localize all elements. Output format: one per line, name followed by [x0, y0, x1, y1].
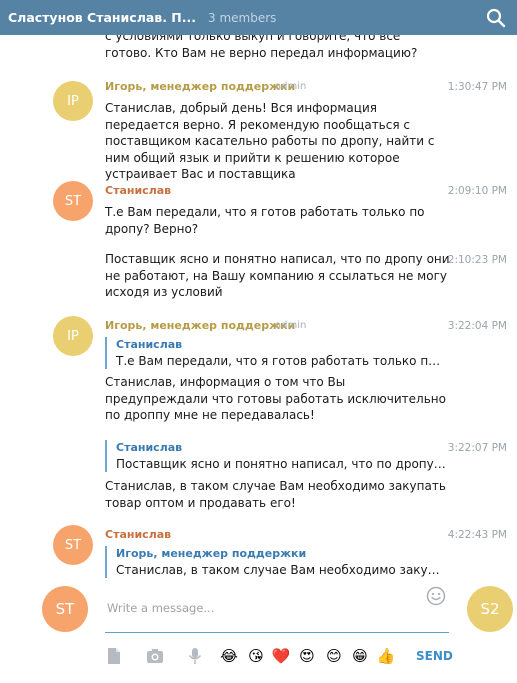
- message-text: с условиями только выкуп и говорите, что…: [105, 35, 418, 60]
- avatar[interactable]: IP: [53, 316, 93, 356]
- sticker-smile-icon[interactable]: 😊: [324, 646, 344, 666]
- sticker-heart-icon[interactable]: ❤️: [271, 646, 291, 666]
- search-icon[interactable]: [486, 8, 506, 28]
- attach-photo-icon[interactable]: [145, 646, 165, 666]
- message-input[interactable]: [105, 583, 449, 633]
- message-author[interactable]: Игорь, менеджер поддержки: [105, 319, 295, 332]
- attach-file-icon[interactable]: [104, 646, 124, 666]
- avatar[interactable]: IP: [53, 81, 93, 121]
- sticker-kiss-icon[interactable]: 😘: [246, 646, 266, 666]
- message-text: Станислав, добрый день! Вся информация п…: [105, 101, 435, 181]
- message-time: 3:22:07 PM: [447, 442, 507, 454]
- admin-badge: admin: [275, 320, 307, 331]
- quote-text: Поставщик ясно и понятно написал, что по…: [116, 457, 447, 471]
- message-text: Поставщик ясно и понятно написал, что по…: [105, 252, 450, 299]
- quote-author: Станислав: [116, 338, 183, 351]
- chat-header[interactable]: Сластунов Станислав. П... 3 members: [0, 0, 517, 35]
- message-time: 2:10:23 PM: [447, 254, 507, 266]
- sticker-heart-eyes-icon[interactable]: 😍: [297, 646, 317, 666]
- quote-author: Игорь, менеджер поддержки: [116, 547, 307, 560]
- sticker-laughing-icon[interactable]: 😂: [219, 646, 239, 666]
- message-author[interactable]: Станислав: [105, 184, 171, 197]
- peer-avatar[interactable]: S2: [467, 586, 513, 632]
- message-history[interactable]: с условиями только выкуп и говорите, что…: [0, 35, 517, 578]
- message-text: Т.е Вам передали, что я готов работать т…: [105, 205, 425, 236]
- message-time: 3:22:04 PM: [447, 320, 507, 332]
- send-button[interactable]: SEND: [416, 649, 453, 663]
- self-avatar[interactable]: ST: [42, 586, 88, 632]
- sticker-thumbs-up-icon[interactable]: 👍: [376, 646, 396, 666]
- message-time: 1:30:47 PM: [447, 81, 507, 93]
- avatar[interactable]: ST: [53, 525, 93, 565]
- quote-text: Станислав, в таком случае Вам необходимо…: [116, 563, 447, 577]
- members-count[interactable]: 3 members: [208, 11, 276, 25]
- message-text: Станислав, в таком случае Вам необходимо…: [105, 479, 446, 510]
- composer-toolbar: 😂 😘 ❤️ 😍 😊 😁 👍 SEND: [0, 646, 517, 668]
- reply-quote[interactable]: Игорь, менеджер поддержки Станислав, в т…: [105, 546, 447, 578]
- reply-quote[interactable]: Станислав Поставщик ясно и понятно напис…: [105, 440, 447, 472]
- sticker-grin-icon[interactable]: 😁: [350, 646, 370, 666]
- message-author[interactable]: Станислав: [105, 528, 171, 541]
- avatar[interactable]: ST: [53, 181, 93, 221]
- message-time: 4:22:43 PM: [447, 529, 507, 541]
- message-text: Станислав, информация о том что Вы преду…: [105, 375, 446, 422]
- quote-author: Станислав: [116, 441, 183, 454]
- admin-badge: admin: [275, 81, 307, 92]
- emoji-icon[interactable]: [426, 586, 446, 606]
- message-time: 2:09:10 PM: [447, 185, 507, 197]
- message-composer: ST S2 😂 😘 ❤️ 😍 😊 😁 👍 SEND: [0, 578, 517, 683]
- reply-quote[interactable]: Станислав Т.е Вам передали, что я готов …: [105, 337, 447, 369]
- microphone-icon[interactable]: [185, 646, 205, 666]
- quote-text: Т.е Вам передали, что я готов работать т…: [116, 354, 447, 368]
- message-author[interactable]: Игорь, менеджер поддержки: [105, 80, 295, 93]
- chat-title[interactable]: Сластунов Станислав. П...: [8, 10, 196, 25]
